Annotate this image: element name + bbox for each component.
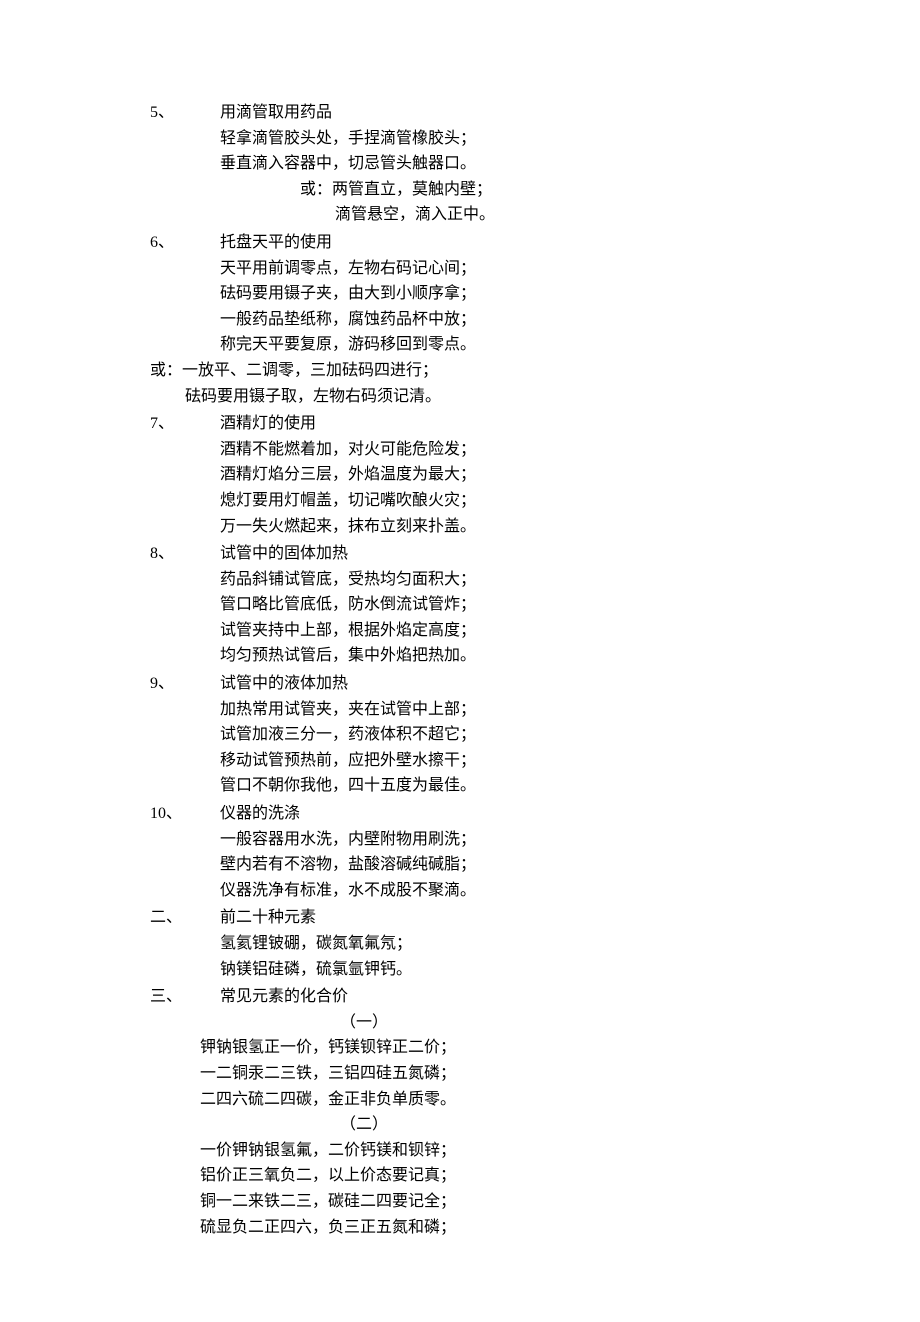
item-line: 酒精灯焰分三层，外焰温度为最大； xyxy=(150,462,770,488)
item-title: 试管中的液体加热 xyxy=(220,671,770,697)
item-line: 一般药品垫纸称，腐蚀药品杯中放； xyxy=(150,307,770,333)
section-line: 氢氦锂铍硼，碳氮氧氟氖； xyxy=(150,931,770,957)
item-number: 9、 xyxy=(150,671,220,697)
part-label: （二） xyxy=(150,1112,770,1138)
item-title: 仪器的洗涤 xyxy=(220,801,770,827)
part-label: （一） xyxy=(150,1010,770,1036)
section-line: 钠镁铝硅磷，硫氯氩钾钙。 xyxy=(150,957,770,983)
item-line: 万一失火燃起来，抹布立刻来扑盖。 xyxy=(150,514,770,540)
item-title: 用滴管取用药品 xyxy=(220,100,770,126)
item-10: 10、 仪器的洗涤 一般容器用水洗，内壁附物用刷洗； 壁内若有不溶物，盐酸溶碱纯… xyxy=(150,801,770,903)
section-line: 一二铜汞二三铁，三铝四硅五氮磷； xyxy=(150,1061,770,1087)
item-line: 轻拿滴管胶头处，手捏滴管橡胶头； xyxy=(150,126,770,152)
document-page: 5、 用滴管取用药品 轻拿滴管胶头处，手捏滴管橡胶头； 垂直滴入容器中，切忌管头… xyxy=(0,0,920,1322)
section-2: 二、 前二十种元素 氢氦锂铍硼，碳氮氧氟氖； 钠镁铝硅磷，硫氯氩钾钙。 xyxy=(150,905,770,982)
section-line: 一价钾钠银氢氟，二价钙镁和钡锌； xyxy=(150,1138,770,1164)
section-number: 二、 xyxy=(150,905,220,931)
item-5: 5、 用滴管取用药品 轻拿滴管胶头处，手捏滴管橡胶头； 垂直滴入容器中，切忌管头… xyxy=(150,100,770,228)
item-number: 7、 xyxy=(150,411,220,437)
item-line: 熄灯要用灯帽盖，切记嘴吹酿火灾； xyxy=(150,488,770,514)
section-number: 三、 xyxy=(150,984,220,1010)
item-line: 一般容器用水洗，内壁附物用刷洗； xyxy=(150,827,770,853)
item-line: 试管加液三分一，药液体积不超它； xyxy=(150,722,770,748)
section-line: 铜一二来铁二三，碳硅二四要记全； xyxy=(150,1189,770,1215)
item-number: 10、 xyxy=(150,801,220,827)
section-line: 钾钠银氢正一价，钙镁钡锌正二价； xyxy=(150,1035,770,1061)
item-subline: 或：两管直立，莫触内壁； xyxy=(150,177,770,203)
section-line: 铝价正三氧负二，以上价态要记真； xyxy=(150,1163,770,1189)
item-7: 7、 酒精灯的使用 酒精不能燃着加，对火可能危险发； 酒精灯焰分三层，外焰温度为… xyxy=(150,411,770,539)
item-6: 6、 托盘天平的使用 天平用前调零点，左物右码记心间； 砝码要用镊子夹，由大到小… xyxy=(150,230,770,409)
item-number: 8、 xyxy=(150,541,220,567)
item-8: 8、 试管中的固体加热 药品斜铺试管底，受热均匀面积大； 管口略比管底低，防水倒… xyxy=(150,541,770,669)
section-title: 前二十种元素 xyxy=(220,905,770,931)
section-line: 硫显负二正四六，负三正五氮和磷； xyxy=(150,1215,770,1241)
item-line: 壁内若有不溶物，盐酸溶碱纯碱脂； xyxy=(150,852,770,878)
item-number: 5、 xyxy=(150,100,220,126)
item-line: 试管夹持中上部，根据外焰定高度； xyxy=(150,618,770,644)
section-3: 三、 常见元素的化合价 （一） 钾钠银氢正一价，钙镁钡锌正二价； 一二铜汞二三铁… xyxy=(150,984,770,1240)
item-number: 6、 xyxy=(150,230,220,256)
item-9: 9、 试管中的液体加热 加热常用试管夹，夹在试管中上部； 试管加液三分一，药液体… xyxy=(150,671,770,799)
item-line: 加热常用试管夹，夹在试管中上部； xyxy=(150,697,770,723)
item-line: 垂直滴入容器中，切忌管头触器口。 xyxy=(150,151,770,177)
item-line: 天平用前调零点，左物右码记心间； xyxy=(150,256,770,282)
item-line: 均匀预热试管后，集中外焰把热加。 xyxy=(150,643,770,669)
item-line: 酒精不能燃着加，对火可能危险发； xyxy=(150,437,770,463)
item-line: 移动试管预热前，应把外壁水擦干； xyxy=(150,748,770,774)
item-line: 药品斜铺试管底，受热均匀面积大； xyxy=(150,567,770,593)
item-title: 酒精灯的使用 xyxy=(220,411,770,437)
item-title: 试管中的固体加热 xyxy=(220,541,770,567)
item-subline: 滴管悬空，滴入正中。 xyxy=(150,202,770,228)
item-line: 管口不朝你我他，四十五度为最佳。 xyxy=(150,773,770,799)
item-line: 仪器洗净有标准，水不成股不聚滴。 xyxy=(150,878,770,904)
item-title: 托盘天平的使用 xyxy=(220,230,770,256)
section-line: 二四六硫二四碳，金正非负单质零。 xyxy=(150,1087,770,1113)
item-orline: 或：一放平、二调零，三加砝码四进行； xyxy=(150,358,770,384)
item-line: 管口略比管底低，防水倒流试管炸； xyxy=(150,592,770,618)
item-line: 砝码要用镊子夹，由大到小顺序拿； xyxy=(150,281,770,307)
item-line: 称完天平要复原，游码移回到零点。 xyxy=(150,332,770,358)
item-orline: 砝码要用镊子取，左物右码须记清。 xyxy=(150,384,770,410)
section-title: 常见元素的化合价 xyxy=(220,984,770,1010)
